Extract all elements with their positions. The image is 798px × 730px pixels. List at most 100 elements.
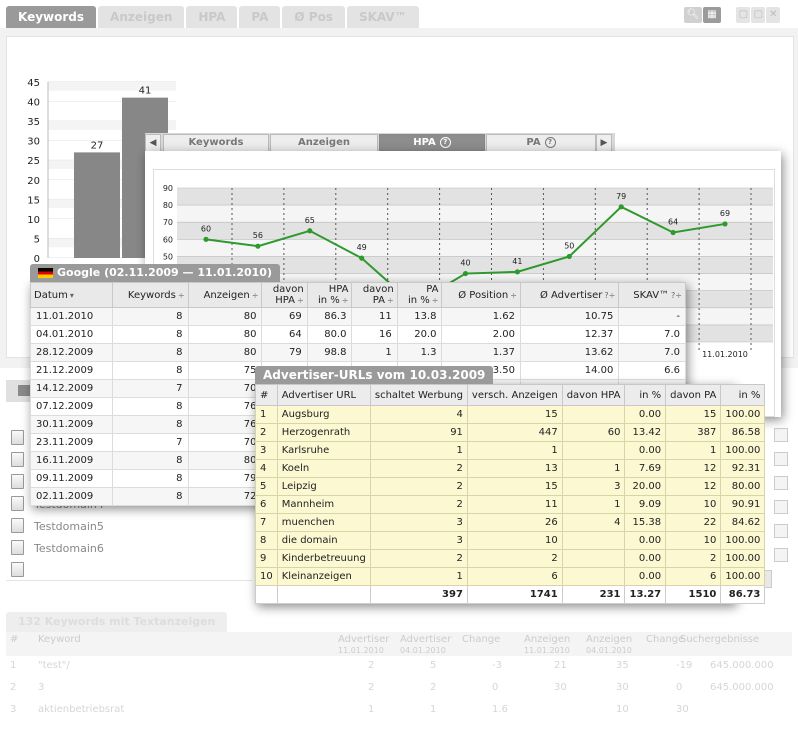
advertiser-row[interactable]: 2 Herzogenrath 91 447 60 13.42 387 86.58 [255,423,766,442]
column-header[interactable]: Anzeigen ÷ [187,282,263,308]
chart-tab-anzeigen[interactable]: Anzeigen [270,134,378,152]
checkbox[interactable] [774,500,788,514]
column-header[interactable]: SKAV™ ?÷ [618,282,686,308]
checkbox[interactable] [774,524,788,538]
sort-icon[interactable]: ?÷ [671,291,682,300]
table-cell: 0.00 [624,549,667,568]
chart-tab-label: HPA [413,137,436,148]
header-label: Suchergebnisse [680,634,760,645]
total-cell: 13.27 [624,585,667,604]
column-header-label: HPA [275,295,295,306]
table-cell: 80 [187,451,263,470]
bar-y-tick: 20 [27,176,40,187]
checkbox[interactable] [774,548,788,562]
table-view-icon[interactable]: ▦ [703,7,721,23]
sort-icon[interactable]: ÷ [252,291,259,300]
keyword-column-header[interactable]: Keyword [38,634,81,645]
advertiser-row[interactable]: 6 Mannheim 2 11 1 9.09 10 90.91 [255,495,766,514]
keyword-column-header[interactable]: Advertiser 11.01.2010 [338,634,389,656]
table-cell: 100.00 [720,531,766,550]
checkbox[interactable] [774,428,788,442]
sort-icon[interactable]: ÷ [297,296,304,305]
column-header[interactable]: versch. Anzeigen [466,384,563,406]
table-cell: 3 [561,477,626,496]
table-row[interactable]: 28.12.2009 8 80 79 98.8 1 1.3 1.37 13.62 7.0 [30,343,686,362]
chart-tab-keywords[interactable]: Keywords [163,134,269,152]
keyword-cell: -19 [676,660,693,671]
keyword-column-header[interactable]: # [10,634,18,645]
tab-scroll-right-icon[interactable]: ▶ [596,134,612,152]
table-cell: 75 [187,361,263,380]
sort-icon[interactable]: ÷ [432,296,439,305]
chart-tab-pa[interactable]: PA? [486,134,596,152]
table-cell: 07.12.2009 [30,397,113,416]
close-icon[interactable]: ✕ [766,7,781,23]
keyword-column-header[interactable]: Anzeigen 11.01.2010 [524,634,570,656]
column-header[interactable]: Keywords ÷ [111,282,189,308]
top-tab-3[interactable]: PA [239,6,281,28]
export-icon[interactable]: ▢ [736,7,751,23]
advertiser-row[interactable]: 5 Leipzig 2 15 3 20.00 12 80.00 [255,477,766,496]
advertiser-row[interactable]: 7 muenchen 3 26 4 15.38 22 84.62 [255,513,766,532]
domain-name[interactable]: Testdomain6 [34,542,104,555]
top-tab-1[interactable]: Anzeigen [98,6,185,28]
column-header[interactable]: Ø Advertiser ?÷ [519,282,620,308]
sort-icon[interactable]: ÷ [510,291,517,300]
column-header[interactable]: PA in % ÷ [396,282,443,308]
help-icon[interactable]: ? [439,136,451,148]
help-icon[interactable]: ? [544,136,556,148]
advertiser-row[interactable]: 4 Koeln 2 13 1 7.69 12 92.31 [255,459,766,478]
table-cell: Herzogenrath [276,423,371,442]
chart-tab-hpa[interactable]: HPA? [379,134,485,152]
column-header[interactable]: in % [720,384,766,406]
column-header[interactable]: davon HPA ÷ [261,282,308,308]
advertiser-row[interactable]: 10 Kleinanzeigen 1 6 0.00 6 100.00 [255,567,766,586]
column-header[interactable]: HPA in % ÷ [306,282,353,308]
advertiser-row[interactable]: 9 Kinderbetreuung 2 2 0.00 2 100.00 [255,549,766,568]
table-cell: 10 [665,495,722,514]
keyword-column-header[interactable]: Change [646,634,684,645]
keyword-column-header[interactable]: Suchergebnisse [680,634,759,645]
table-cell: 2 [255,423,278,442]
column-header[interactable]: Advertiser URL [276,384,371,406]
bar-y-tick: 30 [27,137,40,148]
keyword-column-header[interactable]: Change [462,634,500,645]
advertiser-row[interactable]: 1 Augsburg 4 15 0.00 15 100.00 [255,405,766,424]
column-header[interactable]: davon PA ÷ [351,282,398,308]
domain-row[interactable] [6,558,252,581]
top-tab-0[interactable]: Keywords [6,6,97,28]
domain-name[interactable]: Testdomain5 [34,520,104,533]
table-row[interactable]: 11.01.2010 8 80 69 86.3 11 13.8 1.62 10.75- [30,307,686,326]
sort-icon[interactable]: ÷ [178,291,185,300]
column-header[interactable]: Datum ▾ [30,282,113,308]
zoom-icon[interactable]: 🔍︎ [684,7,702,23]
column-header[interactable]: # [255,384,278,406]
sort-icon[interactable]: ÷ [342,296,349,305]
line-band [177,188,773,206]
checkbox[interactable] [774,452,788,466]
column-header[interactable]: davon PA [665,384,722,406]
top-tab-5[interactable]: SKAV™ [346,6,419,28]
sort-icon[interactable]: ▾ [70,291,74,300]
top-tab-2[interactable]: HPA [186,6,238,28]
sort-icon[interactable]: ÷ [387,296,394,305]
sort-icon[interactable]: ?÷ [604,291,615,300]
table-cell: 5 [255,477,278,496]
column-header[interactable]: Ø Position ÷ [441,282,521,308]
top-tab-4[interactable]: Ø Pos [282,6,345,28]
total-cell: 1510 [665,585,722,604]
line-y-tick: 70 [163,218,173,227]
table-cell: 10.75 [519,307,620,326]
column-header[interactable]: in % [624,384,667,406]
column-header[interactable]: schaltet Werbung [369,384,468,406]
keyword-column-header[interactable]: Advertiser 04.01.2010 [400,634,451,656]
tab-scroll-left-icon[interactable]: ◀ [145,134,161,152]
keyword-column-header[interactable]: Anzeigen 04.01.2010 [586,634,632,656]
checkbox[interactable] [774,476,788,490]
print-icon[interactable]: ▢ [751,7,766,23]
column-header[interactable]: davon HPA [561,384,626,406]
table-row[interactable]: 04.01.2010 8 80 64 80.0 16 20.0 2.00 12.37 7.0 [30,325,686,344]
advertiser-row[interactable]: 8 die domain 3 10 0.00 10 100.00 [255,531,766,550]
advertiser-row[interactable]: 3 Karlsruhe 1 1 0.00 1 100.00 [255,441,766,460]
keyword-cell: aktienbetriebsrat [38,704,125,715]
